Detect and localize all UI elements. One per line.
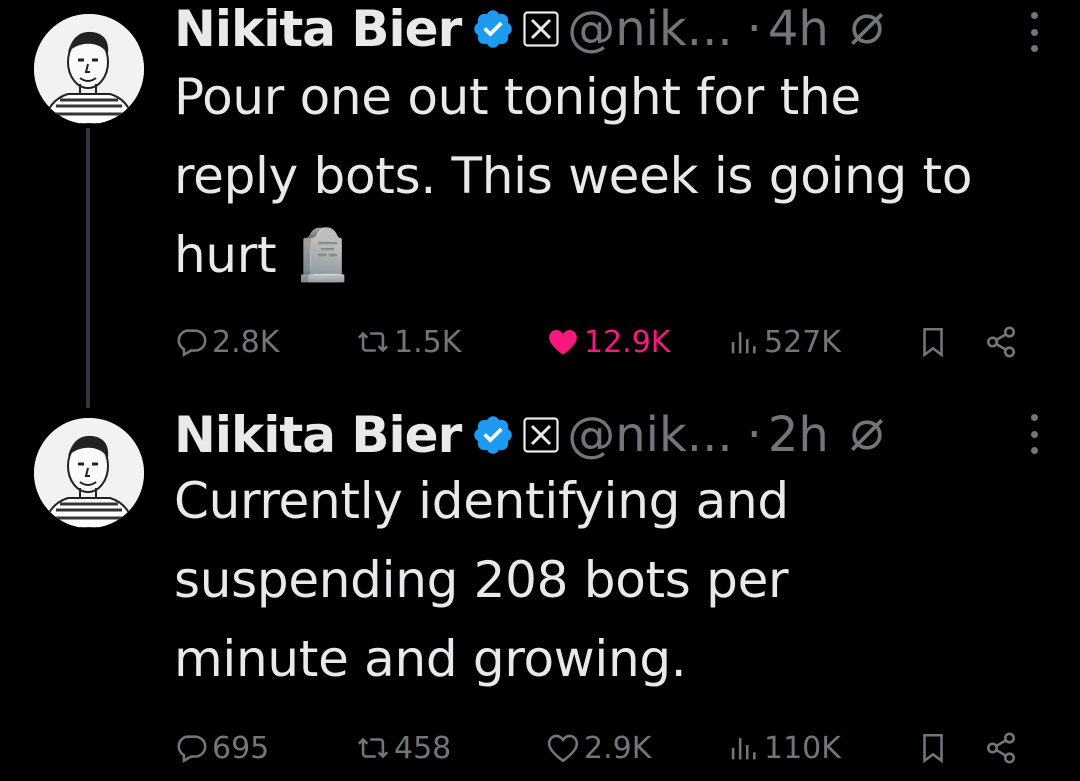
reply-icon [177,735,207,764]
separator-dot: · [746,407,762,463]
views-button[interactable]: 110K [726,728,841,768]
share-icon [986,326,1016,358]
like-button[interactable]: 12.9K [546,322,670,362]
tweet-header: Nikita Bier @nik... · 4h [174,0,1054,58]
reply-button[interactable]: 2.8K [174,322,279,362]
tweet-text: Currently identifying and suspending 208… [174,462,1054,699]
like-count: 12.9K [584,324,671,360]
verified-badge-icon [471,7,515,51]
repost-count: 458 [394,730,452,766]
repost-count: 1.5K [394,324,462,360]
grok-icon[interactable] [845,413,889,457]
views-icon [731,332,756,354]
reply-count: 695 [212,730,270,766]
tweet-actions: 695 458 2.9K 110K [174,728,1034,768]
avatar[interactable] [34,418,144,528]
bookmark-button[interactable] [916,322,954,362]
tweet-text-line: hurt 🪦 [174,226,354,284]
repost-button[interactable]: 458 [356,728,451,768]
bookmark-icon [923,733,943,764]
x-affiliate-icon [523,11,559,47]
share-icon [986,732,1016,764]
tweet-actions: 2.8K 1.5K 12.9K 527K [174,322,1034,362]
bookmark-icon [923,327,943,358]
x-affiliate-icon [523,417,559,453]
views-button[interactable]: 527K [726,322,841,362]
repost-button[interactable]: 1.5K [356,322,461,362]
views-count: 527K [764,324,841,360]
repost-icon [357,331,389,353]
tweet-text-line: minute and growing. [174,630,687,688]
grok-icon[interactable] [845,7,889,51]
tweet-text-line: suspending 208 bots per [174,551,789,609]
timestamp[interactable]: 4h [768,1,829,57]
more-icon[interactable] [1024,414,1044,454]
views-icon [731,738,756,760]
reply-icon [177,329,207,358]
heart-icon [549,329,577,355]
tweet-text-line: reply bots. This week is going to [174,147,973,205]
share-button[interactable] [984,322,1022,362]
repost-icon [357,737,389,759]
tweet-header: Nikita Bier @nik... · 2h [174,406,1054,464]
like-count: 2.9K [584,730,652,766]
tweet-text-line: Currently identifying and [174,472,789,530]
reply-button[interactable]: 695 [174,728,269,768]
like-button[interactable]: 2.9K [546,728,651,768]
thread-connector-line [86,128,90,408]
tweet-text: Pour one out tonight for the reply bots.… [174,58,1054,295]
heart-icon [547,734,579,763]
author-name[interactable]: Nikita Bier [174,0,462,58]
avatar[interactable] [34,14,144,124]
verified-badge-icon [471,413,515,457]
more-icon[interactable] [1024,12,1044,52]
reply-count: 2.8K [212,324,280,360]
separator-dot: · [746,1,762,57]
author-handle[interactable]: @nik... [567,407,732,463]
bookmark-button[interactable] [916,728,954,768]
author-handle[interactable]: @nik... [567,1,732,57]
views-count: 110K [764,730,841,766]
tweet-text-line: Pour one out tonight for the [174,68,861,126]
timestamp[interactable]: 2h [768,407,829,463]
author-name[interactable]: Nikita Bier [174,406,462,464]
share-button[interactable] [984,728,1022,768]
